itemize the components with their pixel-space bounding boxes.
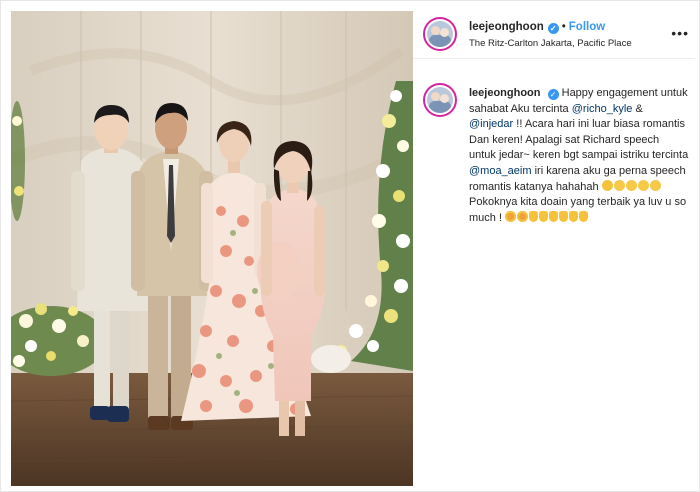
praying-hands-emoji-icon <box>569 210 579 222</box>
post-photo-illustration <box>11 11 413 486</box>
emoji-row-2 <box>505 210 589 224</box>
heart-eyes-emoji-icon <box>517 210 529 222</box>
laughing-tears-emoji-icon <box>637 179 649 191</box>
praying-hands-emoji-icon <box>579 210 589 222</box>
instagram-post: leejeonghoon ✓ • Follow The Ritz-Carlton Ja… <box>0 0 700 492</box>
laughing-tears-emoji-icon <box>625 179 637 191</box>
caption-text: & <box>632 102 643 115</box>
more-options-icon[interactable]: ••• <box>671 25 689 41</box>
post-caption: leejeonghoon ✓ Happy engagement untuk sa… <box>469 86 689 226</box>
verified-badge-icon: ✓ <box>547 23 559 34</box>
thumbs-up-emoji-icon <box>539 210 549 222</box>
post-side-panel: leejeonghoon ✓ • Follow The Ritz-Carlton Ja… <box>413 11 695 486</box>
thumbs-up-emoji-icon <box>549 210 559 222</box>
location-link[interactable]: The Ritz-Carlton Jakarta, Pacific Place <box>469 38 632 49</box>
heart-eyes-emoji-icon <box>505 210 517 222</box>
follow-button[interactable]: Follow <box>569 21 605 33</box>
verified-badge-icon: ✓ <box>547 89 559 100</box>
mention-link[interactable]: @moa_aeim <box>469 165 532 177</box>
thumbs-up-emoji-icon <box>529 210 539 222</box>
laughing-tears-emoji-icon <box>613 179 625 191</box>
mention-link[interactable]: @injedar <box>469 118 513 130</box>
grinning-emoji-icon <box>601 179 613 191</box>
author-username[interactable]: leejeonghoon <box>469 21 544 33</box>
author-line: leejeonghoon ✓ • Follow <box>469 21 605 34</box>
caption-username[interactable]: leejeonghoon <box>469 87 541 99</box>
mention-link[interactable]: @richo_kyle <box>572 103 633 115</box>
laughing-tears-emoji-icon <box>649 179 661 191</box>
author-avatar[interactable] <box>423 17 457 51</box>
avatar-image <box>427 21 453 47</box>
post-header: leejeonghoon ✓ • Follow The Ritz-Carlton Ja… <box>413 11 695 59</box>
post-photo[interactable] <box>11 11 413 486</box>
praying-hands-emoji-icon <box>559 210 569 222</box>
avatar-image <box>427 87 453 113</box>
emoji-row-1 <box>601 179 662 193</box>
separator-dot: • <box>561 21 566 33</box>
caption-author-avatar[interactable] <box>423 83 457 117</box>
